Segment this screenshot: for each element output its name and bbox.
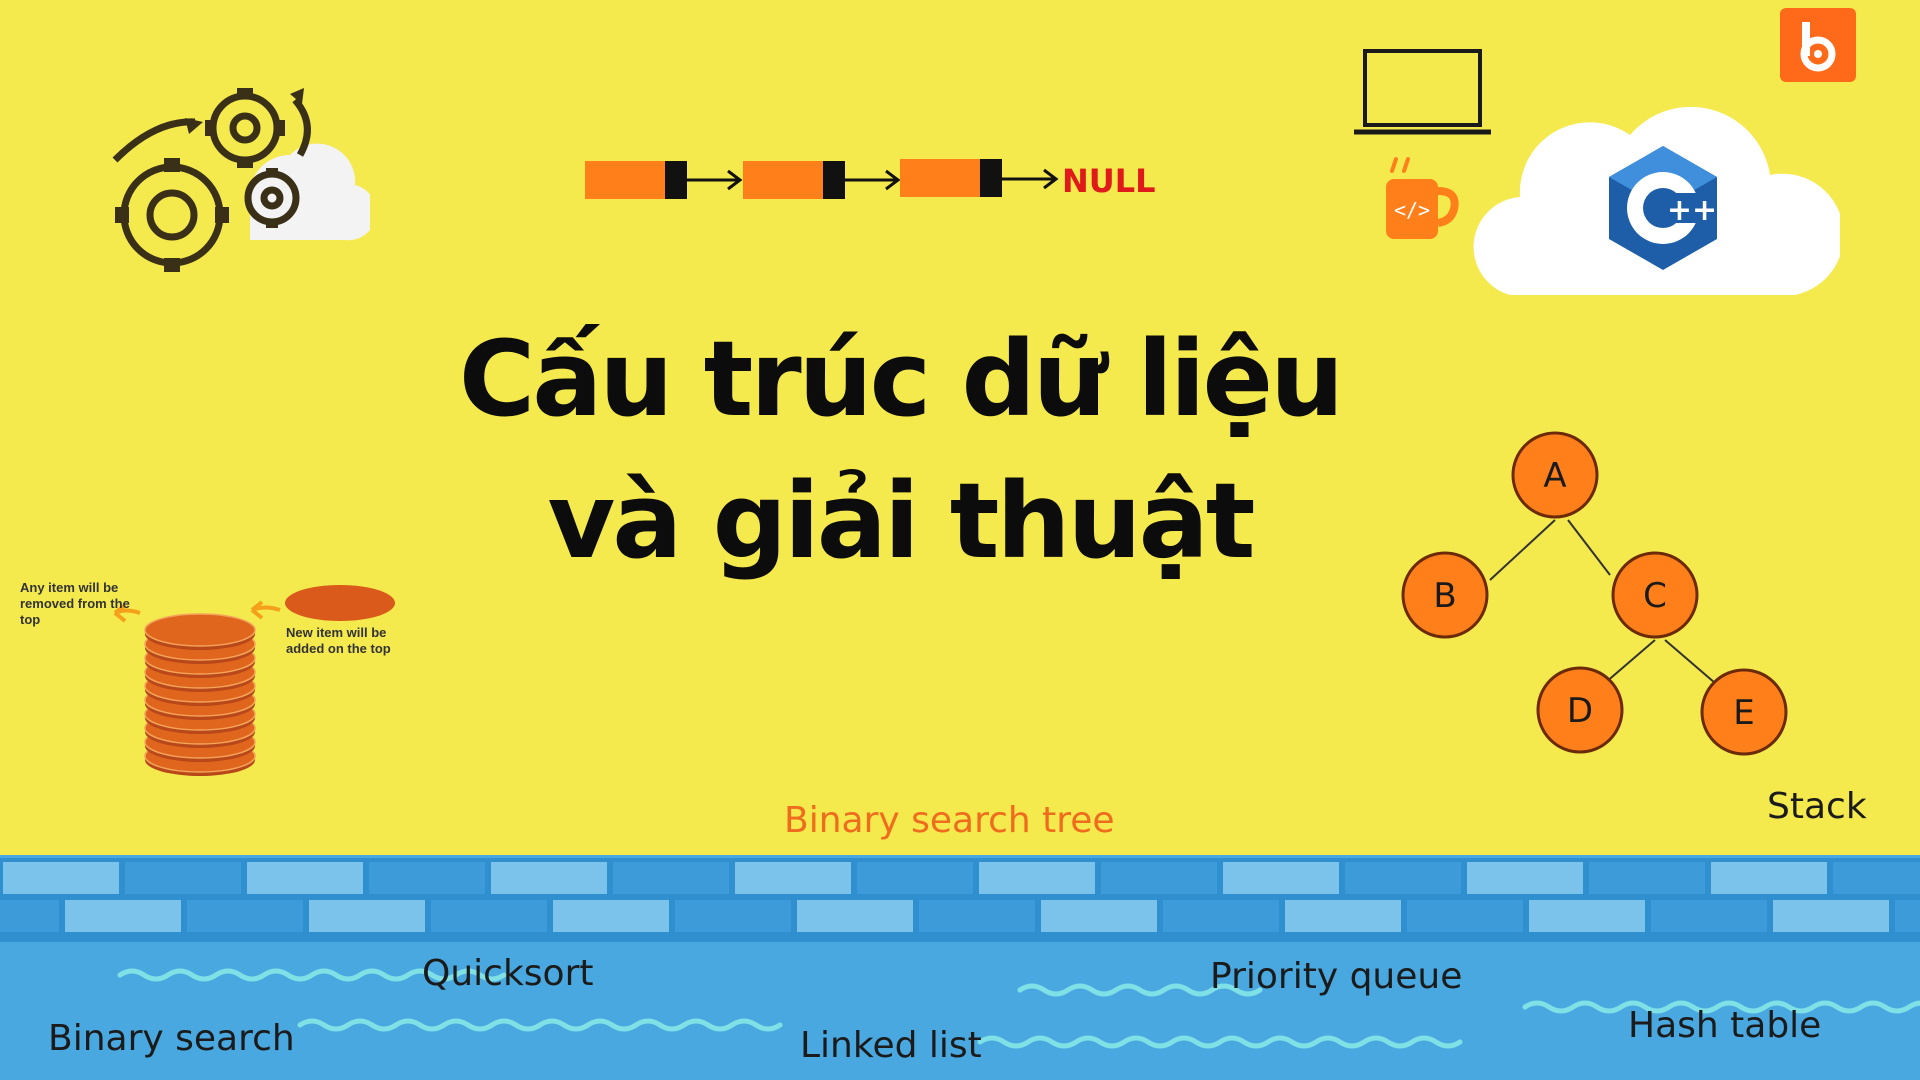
stack-remove-note: Any item will be removed from the top [20,580,130,627]
coffee-code-icon: </> [1386,157,1459,239]
wall-brick [979,862,1095,894]
wall-brick [1589,862,1705,894]
wall-brick [3,862,119,894]
wall-brick [309,900,425,932]
tree-node-a-label: A [1543,456,1566,496]
wall-brick [553,900,669,932]
label-priority-queue: Priority queue [1210,956,1463,997]
wall-brick [735,862,851,894]
svg-text:</>: </> [1394,198,1430,222]
wall-brick [247,862,363,894]
wall-brick [797,900,913,932]
label-hash-table: Hash table [1628,1005,1822,1046]
wall-brick [431,900,547,932]
stack-diagram [113,585,395,776]
wall-brick [1773,900,1889,932]
list-node-2 [743,161,826,199]
wall-brick [1529,900,1645,932]
brand-logo-icon [1780,8,1856,82]
label-stack: Stack [1767,786,1867,827]
tree-node-d-label: D [1567,691,1593,731]
wall-brick [1407,900,1523,932]
list-node-1 [585,161,668,199]
wall-brick [1285,900,1401,932]
tree-node-b-label: B [1433,576,1456,616]
page-title-line-1: Cấu trúc dữ liệu [458,318,1344,440]
wall-brick [613,862,729,894]
label-binary-search-tree: Binary search tree [784,800,1115,841]
cpp-logo-icon: ++ [1473,106,1840,295]
wall-brick [857,862,973,894]
stack-coin [144,613,256,647]
label-quicksort: Quicksort [422,953,594,994]
wall-brick [919,900,1035,932]
list-node-3 [900,159,983,197]
wall-brick [125,862,241,894]
stack-add-note: New item will be added on the top [286,625,391,656]
gears-cloud-icon [112,88,370,272]
wall-brick [1345,862,1461,894]
wall-brick [369,862,485,894]
null-label: NULL [1062,162,1156,200]
wall-brick [491,862,607,894]
wall-brick [187,900,303,932]
wall-brick [1895,900,1920,932]
wall-brick [675,900,791,932]
wall-brick [0,900,59,932]
wall-brick [1711,862,1827,894]
tree-node-c-label: C [1643,576,1667,616]
wall-brick [1101,862,1217,894]
svg-text:++: ++ [1667,193,1717,228]
binary-tree-diagram: A B C D E [1401,431,1788,756]
wall-brick [1163,900,1279,932]
wall-brick [65,900,181,932]
label-binary-search: Binary search [48,1018,295,1059]
wall-brick [1223,862,1339,894]
wall-brick [1833,862,1920,894]
wall-brick [1467,862,1583,894]
linked-list-diagram [585,159,1059,199]
wall-brick [1651,900,1767,932]
tree-node-e-label: E [1733,693,1754,733]
label-linked-list: Linked list [800,1025,982,1066]
wall-brick [1041,900,1157,932]
